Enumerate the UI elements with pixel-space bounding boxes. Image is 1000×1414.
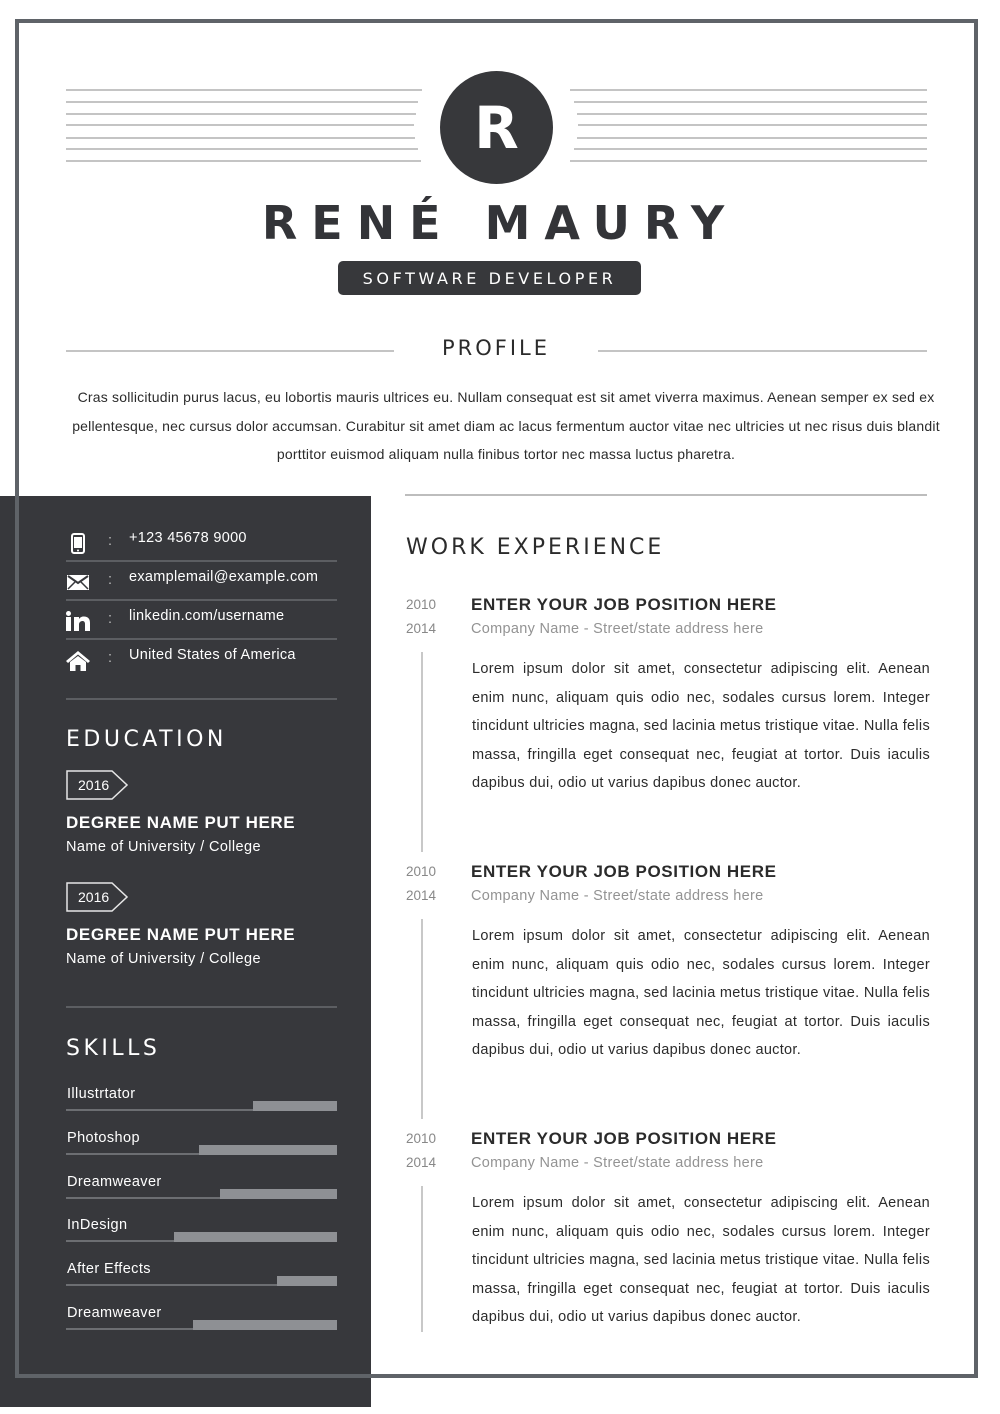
profile-heading: PROFILE: [441, 336, 551, 360]
separator: :: [108, 611, 113, 627]
contact-linkedin: : linkedin.com/username: [66, 600, 337, 640]
separator: :: [108, 650, 113, 666]
job-end-year: 2014: [406, 621, 437, 636]
company-name: Company Name - Street/state address here: [471, 1155, 764, 1171]
degree-name: DEGREE NAME PUT HERE: [66, 925, 296, 944]
sidebar-divider: [66, 698, 337, 700]
divider: [570, 89, 927, 91]
skill-level-bar: [174, 1232, 337, 1242]
separator: :: [108, 533, 113, 549]
section-divider: [405, 494, 927, 496]
monogram-letter: R: [474, 93, 519, 162]
education-year: 2016: [78, 889, 110, 905]
linkedin-icon: [66, 610, 90, 632]
divider: [570, 160, 927, 162]
year-tag: 2016: [66, 770, 129, 800]
skill-item: Dreamweaver: [66, 1305, 337, 1335]
phone-icon: [66, 532, 90, 554]
degree-name: DEGREE NAME PUT HERE: [66, 813, 296, 832]
monogram-avatar: R: [440, 71, 553, 184]
contact-location: : United States of America: [66, 639, 337, 677]
company-name: Company Name - Street/state address here: [471, 621, 764, 637]
timeline-line: [421, 652, 423, 852]
divider: [66, 137, 415, 139]
contact-phone: : +123 45678 9000: [66, 522, 337, 562]
divider: [66, 89, 422, 91]
job-description: Lorem ipsum dolor sit amet, consectetur …: [472, 661, 930, 791]
linkedin-value[interactable]: linkedin.com/username: [129, 608, 284, 624]
contact-email: : examplemail@example.com: [66, 561, 337, 601]
job-title-badge: SOFTWARE DEVELOPER: [338, 261, 641, 295]
school-name: Name of University / College: [66, 839, 261, 855]
job-start-year: 2010: [406, 597, 437, 612]
education-heading: EDUCATION: [66, 727, 227, 752]
mail-icon: [66, 571, 90, 593]
separator: :: [108, 572, 113, 588]
skill-level-bar: [253, 1101, 337, 1111]
education-year: 2016: [78, 777, 110, 793]
skill-name: Dreamweaver: [67, 1174, 162, 1190]
timeline-line: [421, 1186, 423, 1332]
divider: [66, 148, 418, 150]
sidebar: : +123 45678 9000 : examplemail@example.…: [0, 496, 371, 1407]
profile-text: Cras sollicitudin purus lacus, eu lobort…: [72, 389, 940, 463]
job-start-year: 2010: [406, 864, 437, 879]
skill-item: After Effects: [66, 1261, 337, 1291]
email-value[interactable]: examplemail@example.com: [129, 569, 318, 585]
job-description: Lorem ipsum dolor sit amet, consectetur …: [472, 1195, 930, 1325]
home-icon: [66, 649, 90, 671]
phone-value[interactable]: +123 45678 9000: [129, 530, 247, 546]
job-end-year: 2014: [406, 888, 437, 903]
profile-rule-left: [66, 350, 394, 352]
school-name: Name of University / College: [66, 951, 261, 967]
divider: [578, 124, 927, 126]
skill-level-bar: [277, 1276, 337, 1286]
divider: [577, 113, 927, 115]
job-end-year: 2014: [406, 1155, 437, 1170]
skills-heading: SKILLS: [66, 1036, 161, 1061]
profile-rule-right: [598, 350, 927, 352]
divider: [66, 160, 421, 162]
job-title: SOFTWARE DEVELOPER: [362, 268, 617, 288]
skill-name: After Effects: [67, 1261, 151, 1277]
skill-item: Dreamweaver: [66, 1174, 337, 1204]
person-name: RENÉ MAURY: [261, 196, 739, 250]
company-name: Company Name - Street/state address here: [471, 888, 764, 904]
divider: [574, 148, 927, 150]
skill-level-bar: [198, 1145, 337, 1155]
job-position: ENTER YOUR JOB POSITION HERE: [471, 595, 777, 614]
work-experience-heading: WORK EXPERIENCE: [406, 535, 665, 560]
skill-name: Photoshop: [67, 1130, 140, 1146]
skill-item: Photoshop: [66, 1130, 337, 1160]
skill-level-bar: [193, 1320, 337, 1330]
divider: [574, 101, 927, 103]
timeline-line: [421, 919, 423, 1119]
skill-name: Illustrtator: [67, 1086, 136, 1102]
skill-item: Illustrtator: [66, 1086, 337, 1116]
divider: [66, 101, 418, 103]
job-position: ENTER YOUR JOB POSITION HERE: [471, 1129, 777, 1148]
divider: [66, 113, 416, 115]
skill-name: Dreamweaver: [67, 1305, 162, 1321]
location-value: United States of America: [129, 647, 296, 663]
divider: [577, 137, 927, 139]
job-description: Lorem ipsum dolor sit amet, consectetur …: [472, 928, 930, 1058]
skill-level-bar: [220, 1189, 337, 1199]
divider: [66, 124, 414, 126]
skill-item: InDesign: [66, 1217, 337, 1247]
job-start-year: 2010: [406, 1131, 437, 1146]
sidebar-divider: [66, 1006, 337, 1008]
year-tag: 2016: [66, 882, 129, 912]
job-position: ENTER YOUR JOB POSITION HERE: [471, 862, 777, 881]
skill-name: InDesign: [67, 1217, 128, 1233]
